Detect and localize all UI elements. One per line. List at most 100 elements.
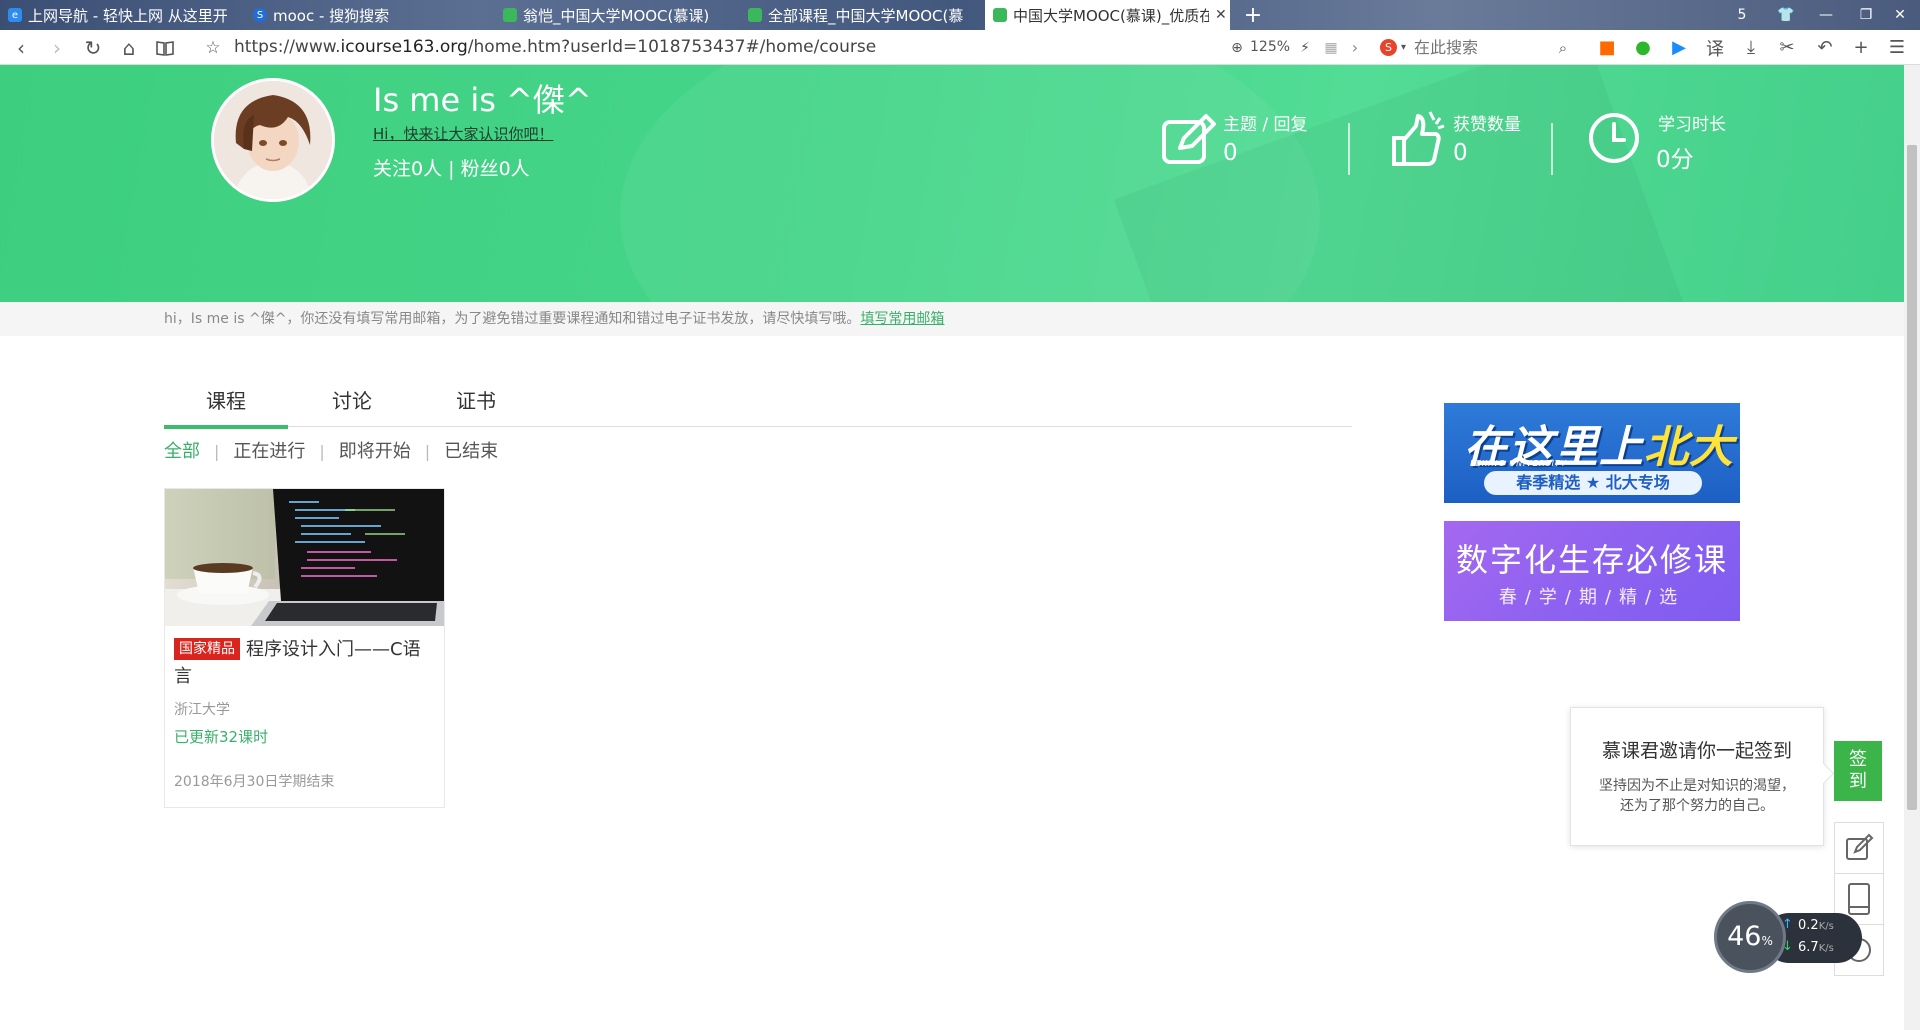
refresh-icon[interactable]: ↻ [76,30,110,65]
email-notice-text: hi，Is me is ^傑^，你还没有填写常用邮箱，为了避免错过重要课程通知和… [164,311,861,327]
tab-count[interactable]: 5 [1722,0,1762,30]
search-icon[interactable]: ⌕ [1548,30,1578,65]
pku-ad-banner[interactable]: 在这里上北大 PEKING UNIVERSITY 春季精选 ★ 北大专场 [1444,403,1740,503]
email-notice-bar: hi，Is me is ^傑^，你还没有填写常用邮箱，为了避免错过重要课程通知和… [0,302,1904,336]
course-card[interactable]: 国家精品 程序设计入门——C语言 浙江大学 已更新32课时 2018年6月30日学… [164,488,445,808]
zoom-icon[interactable]: ⊕ [1222,30,1252,65]
scrollbar-thumb[interactable] [1907,145,1917,810]
follow-fans-count[interactable]: 关注0人 | 粉丝0人 [373,154,530,181]
search-input[interactable] [1414,38,1555,57]
browser-tab-all-courses[interactable]: 全部课程_中国大学MOOC(慕 [740,0,985,30]
zoom-level[interactable]: 125% [1250,30,1290,65]
bookmark-star-icon[interactable]: ☆ [196,30,230,65]
undo-icon[interactable]: ↶ [1810,30,1840,65]
translate-icon[interactable]: 译 [1700,30,1730,65]
close-tab-icon[interactable]: ✕ [1215,7,1227,23]
browser-tab-bar: e 上网导航 - 轻快上网 从这里开 S mooc - 搜狗搜索 翁恺_中国大学… [0,0,1920,30]
feedback-button[interactable] [1834,822,1884,874]
upload-speed: 0.2K/s [1798,918,1834,933]
play-icon[interactable]: ▶ [1664,30,1694,65]
mooc-icon [993,8,1007,22]
browser-tab-sogou[interactable]: S mooc - 搜狗搜索 [245,0,495,30]
network-speed-widget[interactable]: ↑ 0.2K/s ↓ 6.7K/s 46% [1714,901,1864,973]
wechat-icon[interactable]: ● [1628,30,1658,65]
mooc-icon [748,8,762,22]
memory-percent-unit: % [1761,934,1773,948]
signin-popup-line1: 坚持因为不止是对知识的渴望， [1599,778,1795,794]
upload-speed-value: 0.2 [1798,918,1819,933]
download-speed: 6.7K/s [1798,940,1834,955]
stat-label: 获赞数量 [1453,115,1521,135]
fill-email-link[interactable]: 填写常用邮箱 [860,311,944,327]
filter-separator: | [319,442,325,461]
browser-tab-mooc-home[interactable]: 中国大学MOOC(慕课)_优质在 ✕ [985,0,1230,30]
stat-divider [1551,123,1553,175]
edit-intro-link[interactable]: Hi，快来让大家认识你吧！ [373,123,553,144]
national-quality-badge: 国家精品 [174,638,240,660]
filter-separator: | [424,442,431,461]
course-thumbnail[interactable] [165,489,444,626]
minimize-button[interactable]: — [1806,0,1846,30]
page-content: Is me is ^傑^ Hi，快来让大家认识你吧！ 关注0人 | 粉丝0人 主… [0,65,1904,1030]
digital-ad-banner[interactable]: 数字化生存必修课 春/学/期/精/选 [1444,521,1740,621]
add-icon[interactable]: + [1846,30,1876,65]
chevron-down-icon[interactable]: ▾ [1401,42,1406,53]
digital-ad-subtitle: 春/学/期/精/选 [1498,587,1686,608]
signin-popup-subtitle: 坚持因为不止是对知识的渴望， 还为了那个努力的自己。 [1571,776,1823,816]
browser-tab-wengkai[interactable]: 翁恺_中国大学MOOC(慕课) [495,0,740,30]
thumbs-up-icon [1392,111,1445,166]
download-icon[interactable]: ⤓ [1736,30,1766,65]
filter-ended[interactable]: 已结束 [444,441,498,462]
chevron-right-icon[interactable]: › [1340,30,1370,65]
download-speed-value: 6.7 [1798,940,1819,955]
video-icon[interactable]: ■ [1592,30,1622,65]
home-icon[interactable]: ⌂ [112,30,146,65]
tab-title: 全部课程_中国大学MOOC(慕 [768,6,964,25]
course-title[interactable]: 国家精品 程序设计入门——C语言 [174,636,436,690]
memory-percent: 46 [1727,921,1762,952]
edit-icon [1846,833,1874,860]
skin-icon[interactable]: 👕 [1766,0,1806,30]
stat-label: 主题 / 回复 [1223,115,1308,135]
signin-popup-line2: 还为了那个努力的自己。 [1620,798,1774,814]
signin-button[interactable]: 签到 [1834,741,1882,801]
navigation-icon: e [8,8,22,22]
course-progress: 已更新32课时 [174,728,269,746]
menu-icon[interactable]: ☰ [1882,30,1912,65]
course-filters: 全部 | 正在进行 | 即将开始 | 已结束 [164,437,498,463]
tab-discussion[interactable]: 讨论 [290,385,414,427]
sogou-search-icon[interactable]: S [1380,39,1397,56]
new-tab-button[interactable]: + [1238,0,1268,30]
scissors-icon[interactable]: ✂ [1772,30,1802,65]
course-school: 浙江大学 [174,702,230,718]
sogou-icon: S [253,8,267,22]
filter-upcoming[interactable]: 即将开始 [339,441,411,462]
reading-mode-icon[interactable] [148,30,182,65]
address-bar: ‹ › ↻ ⌂ ☆ https://www.icourse163.org/hom… [0,30,1920,65]
url-field[interactable]: https://www.icourse163.org/home.htm?user… [234,30,876,65]
download-speed-unit: K/s [1818,943,1834,954]
main-tabs: 课程 讨论 证书 [164,385,1352,429]
profile-banner: Is me is ^傑^ Hi，快来让大家认识你吧！ 关注0人 | 粉丝0人 主… [0,65,1904,302]
pku-ad-subtitle: 春季精选 ★ 北大专场 [1484,471,1702,495]
avatar[interactable] [211,78,335,202]
signin-popup-title: 慕课君邀请你一起签到 [1601,740,1792,762]
url-path: /home.htm?userId=1018753437#/home/course [467,37,877,57]
browser-tab-navigation[interactable]: e 上网导航 - 轻快上网 从这里开 [0,0,245,30]
pku-ad-english: PEKING UNIVERSITY [1470,459,1567,468]
stat-label: 学习时长 [1658,115,1726,135]
tab-certificates[interactable]: 证书 [414,385,538,427]
back-button[interactable]: ‹ [4,30,38,65]
memory-usage-circle[interactable]: 46% [1714,901,1786,973]
tab-courses[interactable]: 课程 [164,385,288,429]
stat-value: 0 [1223,140,1238,166]
pku-ad-title-b: 北大 [1644,422,1734,473]
filter-ongoing[interactable]: 正在进行 [233,441,305,462]
filter-all[interactable]: 全部 [164,441,200,462]
page-scrollbar[interactable] [1904,65,1920,1030]
forward-button[interactable]: › [40,30,74,65]
close-window-button[interactable]: ✕ [1880,0,1920,30]
course-end-date: 2018年6月30日学期结束 [174,774,335,790]
mooc-icon [503,8,517,22]
tab-title: 翁恺_中国大学MOOC(慕课) [523,6,710,25]
